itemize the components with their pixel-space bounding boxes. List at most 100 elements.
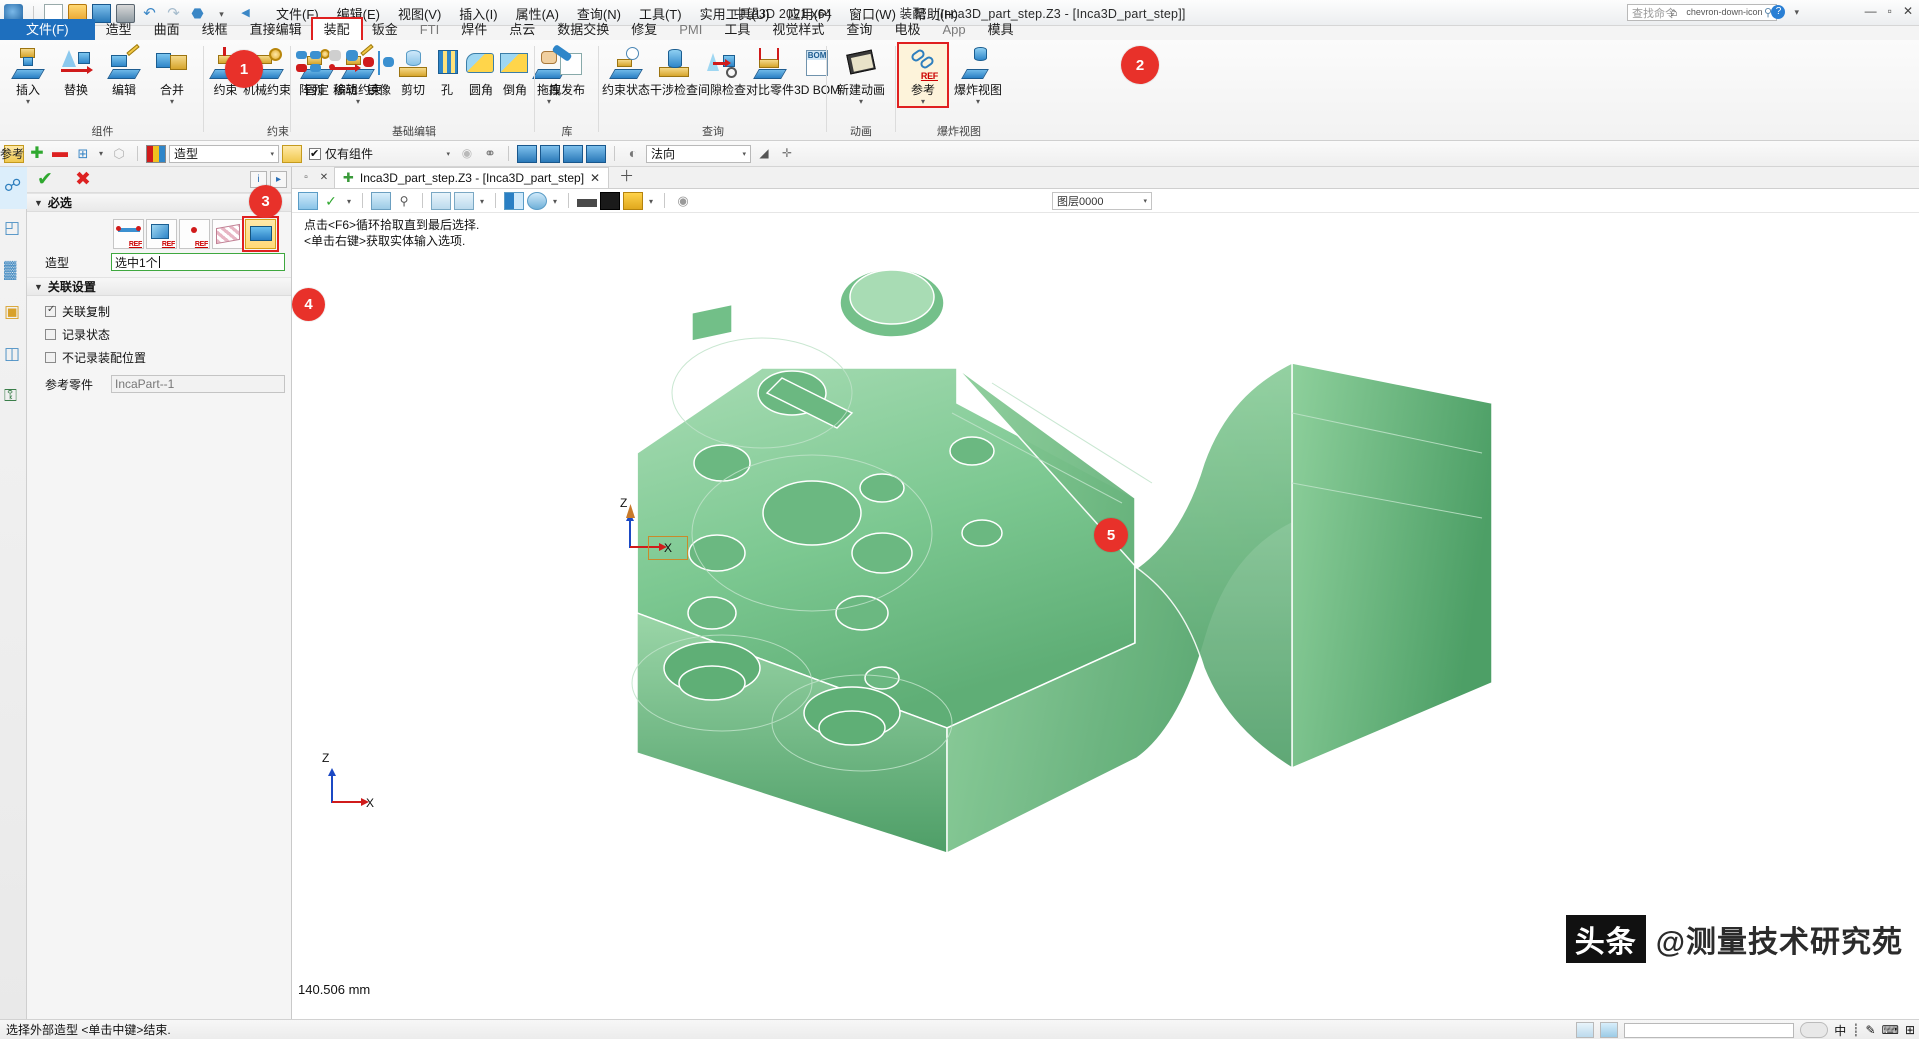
ribbon-tab-file[interactable]: 文件(F) (0, 19, 95, 40)
chevron-down-icon[interactable]: ▾ (859, 98, 863, 106)
layer-color-icon[interactable] (146, 144, 166, 163)
ref-line-type-button[interactable]: REF (113, 219, 144, 249)
ribbon-button-clearance-check[interactable]: 间隙检查 (698, 44, 746, 97)
only-components-checkbox-box[interactable] (309, 147, 321, 160)
direction-combo[interactable]: 法向 ▾ (646, 144, 752, 163)
chevron-down-icon[interactable]: ▾ (270, 150, 274, 158)
ime-pen-icon[interactable]: ✎ (1866, 1023, 1876, 1037)
view-orient-icon[interactable] (454, 191, 474, 210)
ribbon-tab-inquire[interactable]: 查询 (835, 19, 883, 40)
cancel-button[interactable]: ✖ (71, 170, 95, 190)
only-components-checkbox[interactable]: 仅有组件 (309, 145, 373, 162)
ribbon-tab-tools[interactable]: 工具 (713, 19, 761, 40)
ribbon-tab-modeling[interactable]: 造型 (95, 19, 143, 40)
ribbon-button-chamfer[interactable]: 倒角 (498, 44, 532, 97)
chevron-down-icon[interactable]: ▾ (743, 150, 747, 158)
ribbon-button-reference[interactable]: REF 参考 ▾ (897, 42, 949, 108)
chevron-down-icon[interactable]: ▾ (26, 98, 30, 106)
ref-surface-type-button[interactable] (212, 219, 243, 249)
ref-point-type-button[interactable]: REF (179, 219, 210, 249)
layer2-icon[interactable] (540, 144, 561, 163)
only-components-combo[interactable]: ▾ (376, 145, 454, 163)
arrow-select-icon[interactable]: ◢ (754, 145, 774, 163)
ribbon-button-edit-component[interactable]: 编辑 (100, 43, 148, 97)
view-color-icon[interactable] (623, 191, 643, 210)
point-pick-icon[interactable]: ✛ (777, 145, 797, 163)
chevron-down-icon[interactable]: chevron-down-icon (1686, 7, 1762, 17)
close-button[interactable]: ✕ (1903, 4, 1913, 18)
view-render-dropdown-icon[interactable]: ▾ (550, 192, 560, 210)
rail-part-icon[interactable]: ▣ (0, 293, 27, 335)
new-tab-button[interactable]: ＋ (611, 165, 642, 186)
checkbox-associative-copy[interactable]: 关联复制 (35, 300, 285, 323)
rail-reference-icon[interactable]: ☍ (0, 167, 27, 209)
view-check-icon[interactable]: ✓ (321, 192, 341, 210)
entity-type-combo[interactable]: 造型 ▾ (169, 144, 279, 163)
ribbon-tab-surface[interactable]: 曲面 (143, 19, 191, 40)
view-orient-dropdown-icon[interactable]: ▾ (477, 192, 487, 210)
3d-model-render[interactable] (292, 213, 1912, 1013)
layer-visible-icon[interactable]: ◉ (673, 192, 693, 210)
section-header-association[interactable]: ▼ 关联设置 (27, 277, 291, 296)
document-tab[interactable]: ✚ Inca3D_part_step.Z3 - [Inca3D_part_ste… (334, 167, 610, 188)
ref-plane-type-button[interactable]: REF (146, 219, 177, 249)
chevron-down-icon[interactable]: ▾ (170, 98, 174, 106)
ribbon-button-new-animation[interactable]: 新建动画 ▾ (830, 44, 892, 106)
restore-window-icon[interactable]: ▫ (298, 169, 314, 185)
ime-toggle[interactable] (1800, 1022, 1829, 1038)
checkbox-record-state-box[interactable] (45, 329, 56, 340)
ribbon-tab-sheetmetal[interactable]: 钣金 (361, 19, 409, 40)
checkbox-no-record-position[interactable]: 不记录装配位置 (35, 346, 285, 369)
ribbon-button-explode-view[interactable]: 爆炸视图 ▾ (947, 44, 1009, 106)
view-color-dropdown-icon[interactable]: ▾ (646, 192, 656, 210)
chevron-down-icon[interactable]: ▾ (976, 98, 980, 106)
ribbon-button-pattern[interactable]: 阵列 (294, 44, 328, 97)
add-icon[interactable]: ✚ (27, 145, 47, 163)
layer-combo[interactable]: 图层0000 ▾ (1052, 192, 1152, 210)
ime-keyboard-icon[interactable]: ⌨ (1882, 1023, 1899, 1037)
chevron-down-icon[interactable]: ▾ (447, 150, 451, 158)
minimize-button[interactable]: — (1865, 4, 1877, 18)
ribbon-button-insert[interactable]: 插入 ▾ (4, 44, 52, 106)
ribbon-tab-data-exchange[interactable]: 数据交换 (546, 19, 620, 40)
grid-toggle-icon[interactable] (1576, 1022, 1595, 1038)
ribbon-button-merge[interactable]: 合并 ▾ (148, 44, 196, 106)
pick-icon[interactable] (586, 144, 607, 163)
close-window-icon[interactable]: ✕ (316, 169, 332, 185)
ribbon-tab-wireframe[interactable]: 线框 (191, 19, 239, 40)
ribbon-tab-assembly[interactable]: 装配 (310, 17, 363, 42)
ribbon-tab-repair[interactable]: 修复 (620, 19, 668, 40)
circle-select-icon[interactable]: ⬡ (109, 145, 129, 163)
ime-panel-icon[interactable]: ⊞ (1905, 1023, 1915, 1037)
ime-lang-label[interactable]: 中 (1834, 1022, 1846, 1039)
chevron-down-icon[interactable]: ▾ (921, 98, 925, 106)
ribbon-button-replace[interactable]: 替换 (52, 44, 100, 97)
ribbon-tab-visual-style[interactable]: 视觉样式 (761, 19, 835, 40)
chevron-down-icon[interactable]: ▾ (1143, 197, 1147, 205)
ribbon-tab-electrode[interactable]: 电极 (883, 19, 931, 40)
ribbon-button-mirror[interactable]: 镜像 (362, 44, 396, 97)
checkbox-associative-copy-box[interactable] (45, 304, 56, 317)
ribbon-button-hole[interactable]: 孔 (430, 44, 464, 97)
ribbon-tab-fti[interactable]: FTI (409, 19, 451, 40)
ribbon-tab-mold[interactable]: 模具 (977, 19, 1025, 40)
panel-expand-button[interactable]: ▸ (270, 171, 287, 188)
confirm-button[interactable]: ✔ (33, 170, 57, 190)
view-render-icon[interactable] (527, 191, 547, 210)
maximize-button[interactable]: ▫ (1888, 4, 1892, 18)
help-icon[interactable]: ? (1771, 5, 1786, 19)
ribbon-tab-weldment[interactable]: 焊件 (450, 19, 498, 40)
view-rotate-icon[interactable] (298, 191, 318, 210)
layer3-icon[interactable] (563, 144, 584, 163)
view-wire-icon[interactable] (577, 199, 597, 207)
ribbon-tab-direct-edit[interactable]: 直接编辑 (239, 19, 313, 40)
checkbox-no-record-position-box[interactable] (45, 352, 56, 363)
ribbon-button-constraint-status[interactable]: 约束状态 (602, 44, 650, 97)
rail-assembly-tree-icon[interactable]: ◰ (0, 209, 27, 251)
ribbon-button-library-publish[interactable]: 库发布 (538, 43, 596, 97)
rail-layer-icon[interactable]: ◫ (0, 335, 27, 377)
shape-selection-input[interactable]: 选中1个 (111, 253, 285, 271)
ribbon-button-compare-parts[interactable]: 对比零件 (746, 44, 794, 97)
monitor-icon[interactable] (1600, 1022, 1619, 1038)
home-icon[interactable]: ⌂ (1670, 5, 1677, 19)
